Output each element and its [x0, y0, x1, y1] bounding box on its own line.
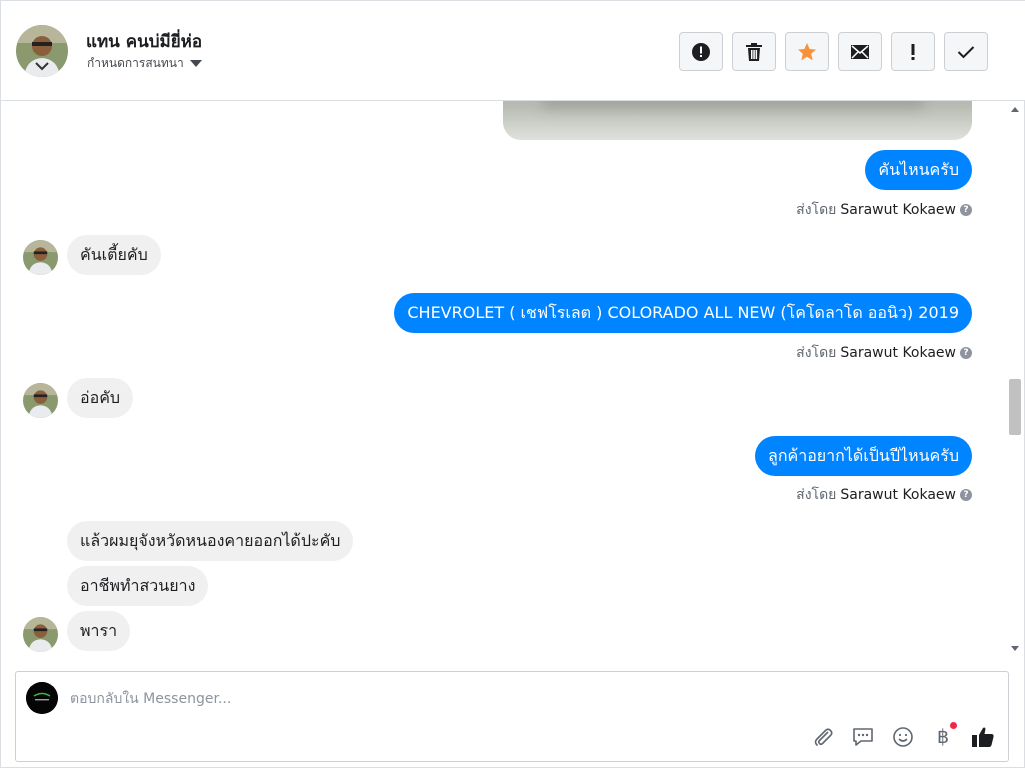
- conversation-settings-dropdown[interactable]: กำหนดการสนทนา: [87, 54, 202, 73]
- sent-by-prefix: ส่งโดย: [796, 202, 837, 218]
- conversation-header: แทน คนบ่มียี่ห่อ กำหนดการสนทนา: [1, 1, 1025, 101]
- message-thread[interactable]: คันไหนครับ ส่งโดย Sarawut Kokaew ? คันเต…: [1, 101, 1006, 658]
- star-icon: [798, 42, 816, 60]
- sent-by-meta: ส่งโดย Sarawut Kokaew ?: [796, 342, 972, 364]
- message-bubble-incoming[interactable]: อาชีพทำสวนยาง: [67, 566, 209, 606]
- message-bubble-outgoing[interactable]: คันไหนครับ: [865, 150, 972, 190]
- report-spam-button[interactable]: [679, 32, 723, 71]
- sent-by-prefix: ส่งโดย: [796, 487, 837, 503]
- message-bubble-incoming[interactable]: คันเตี้ยคับ: [67, 235, 161, 275]
- scrollbar-thumb[interactable]: [1009, 379, 1021, 435]
- mark-done-button[interactable]: [944, 32, 988, 71]
- message-bubble-incoming[interactable]: แล้วผมยุจังหวัดหนองคายออกได้ปะคับ: [67, 521, 354, 561]
- thread-scrollbar[interactable]: [1006, 101, 1024, 658]
- contact-name: แทน คนบ่มียี่ห่อ: [86, 32, 203, 52]
- sent-by-meta: ส่งโดย Sarawut Kokaew ?: [796, 199, 972, 221]
- scroll-up-arrow-icon[interactable]: [1011, 107, 1019, 112]
- saved-reply-icon: [853, 728, 873, 746]
- contact-mini-avatar[interactable]: [23, 240, 58, 275]
- attach-file-button[interactable]: [810, 724, 836, 750]
- sent-by-meta: ส่งโดย Sarawut Kokaew ?: [796, 484, 972, 506]
- message-bubble-incoming[interactable]: พารา: [67, 611, 131, 651]
- conversation-toolbar: [679, 32, 988, 71]
- star-button[interactable]: [785, 32, 829, 71]
- checkmark-icon: [957, 45, 975, 58]
- sender-name[interactable]: Sarawut Kokaew: [840, 202, 956, 218]
- payment-button[interactable]: ฿: [930, 722, 957, 750]
- mark-unread-button[interactable]: [838, 32, 882, 71]
- messenger-window: แทน คนบ่มียี่ห่อ กำหนดการสนทนา คันไหนครั…: [0, 0, 1025, 768]
- message-bubble-incoming[interactable]: อ่อคับ: [67, 378, 134, 418]
- thumbs-up-icon: [972, 727, 994, 747]
- send-like-button[interactable]: [970, 724, 996, 750]
- emoji-button[interactable]: [890, 724, 916, 750]
- contact-mini-avatar[interactable]: [23, 617, 58, 652]
- alert-circle-icon: [692, 42, 710, 61]
- reply-input[interactable]: [70, 688, 770, 710]
- delete-button[interactable]: [732, 32, 776, 71]
- sent-by-prefix: ส่งโดย: [796, 345, 837, 361]
- sender-name[interactable]: Sarawut Kokaew: [840, 487, 956, 503]
- help-icon[interactable]: ?: [960, 204, 972, 216]
- trash-icon: [746, 42, 762, 61]
- baht-payment-icon: ฿: [936, 726, 950, 748]
- image-attachment[interactable]: [503, 101, 972, 140]
- message-bubble-outgoing[interactable]: ลูกค้าอยากได้เป็นปีไหนครับ: [755, 436, 972, 476]
- sender-name[interactable]: Sarawut Kokaew: [840, 345, 956, 361]
- conversation-settings-label: กำหนดการสนทนา: [87, 56, 184, 70]
- paperclip-icon: [814, 728, 833, 746]
- scroll-down-arrow-icon[interactable]: [1011, 646, 1019, 651]
- message-bubble-outgoing[interactable]: CHEVROLET ( เชฟโรเลต ) COLORADO ALL NEW …: [394, 293, 972, 333]
- page-avatar: [26, 682, 58, 714]
- saved-replies-button[interactable]: [850, 724, 876, 750]
- emoji-icon: [893, 727, 913, 747]
- caret-down-icon: [189, 60, 202, 67]
- contact-mini-avatar[interactable]: [23, 383, 58, 418]
- mark-important-button[interactable]: [891, 32, 935, 71]
- notification-dot: [950, 722, 957, 729]
- reply-composer: ฿: [15, 671, 1009, 762]
- contact-avatar[interactable]: [16, 25, 68, 77]
- help-icon[interactable]: ?: [960, 347, 972, 359]
- envelope-icon: [851, 44, 869, 59]
- exclamation-icon: [911, 43, 915, 60]
- composer-actions: ฿: [810, 722, 996, 750]
- help-icon[interactable]: ?: [960, 489, 972, 501]
